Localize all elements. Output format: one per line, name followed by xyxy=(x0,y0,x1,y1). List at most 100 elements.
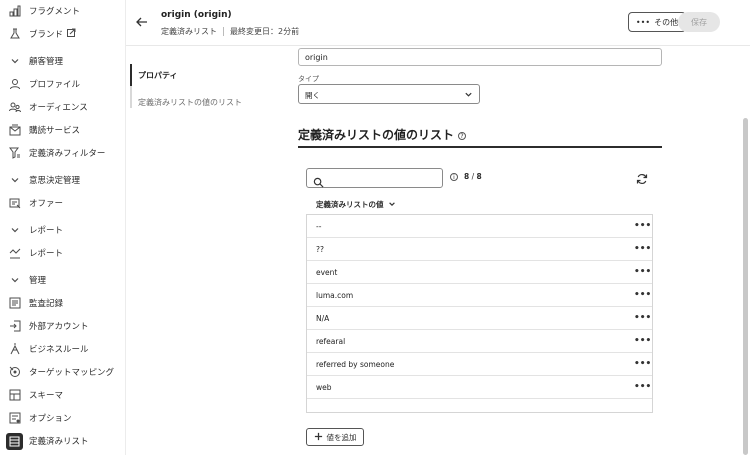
add-value-button[interactable]: 値を追加 xyxy=(306,428,364,446)
back-arrow-icon[interactable] xyxy=(134,14,150,30)
list-item[interactable]: N/A ••• xyxy=(307,307,652,330)
breadcrumb[interactable]: 定義済みリスト xyxy=(161,27,217,36)
list-item-value: luma.com xyxy=(316,291,354,300)
more-actions-icon[interactable]: ••• xyxy=(634,313,651,323)
sidebar-item-predefined-filters[interactable]: 定義済みフィルター xyxy=(0,142,125,164)
list-item-value: refearal xyxy=(316,337,346,346)
profile-icon xyxy=(8,77,22,91)
section-nav-properties[interactable]: プロパティ xyxy=(138,70,178,81)
chevron-down-icon xyxy=(464,90,473,101)
external-account-icon xyxy=(8,319,22,333)
sidebar-item-label: スキーマ xyxy=(29,391,64,401)
sidebar-section-label: レポート xyxy=(29,226,64,236)
list-item[interactable]: luma.com ••• xyxy=(307,284,652,307)
list-item[interactable]: web ••• xyxy=(307,376,652,399)
sidebar-item-audit-trail[interactable]: 監査記録 xyxy=(0,292,125,314)
sidebar-item-reports[interactable]: レポート xyxy=(0,242,125,264)
list-item-value: web xyxy=(316,383,332,392)
sidebar-section-reports[interactable]: レポート xyxy=(0,219,125,241)
search-icon xyxy=(313,173,324,192)
more-actions-icon[interactable]: ••• xyxy=(634,221,651,231)
info-icon: i xyxy=(450,172,458,181)
list-item[interactable]: referred by someone ••• xyxy=(307,353,652,376)
list-item-value: referred by someone xyxy=(316,360,395,369)
sidebar-item-fragments[interactable]: フラグメント xyxy=(0,0,125,22)
audience-icon xyxy=(8,100,22,114)
list-item-value: N/A xyxy=(316,314,330,323)
sidebar-item-label: オプション xyxy=(29,414,72,424)
sidebar-item-schemas[interactable]: スキーマ xyxy=(0,384,125,406)
save-button[interactable]: 保存 xyxy=(678,12,720,32)
sidebar-item-label: 外部アカウント xyxy=(29,322,89,332)
section-nav-values-list[interactable]: 定義済みリストの値のリスト xyxy=(138,97,242,108)
column-header-value[interactable]: 定義済みリストの値 xyxy=(316,199,396,210)
list-item-value: -- xyxy=(316,222,322,231)
more-icon: ••• xyxy=(635,17,651,27)
list-item[interactable]: -- ••• xyxy=(307,215,652,238)
sidebar-item-target-mappings[interactable]: ターゲットマッピング xyxy=(0,361,125,383)
sidebar-item-label: オーディエンス xyxy=(29,103,88,113)
more-actions-icon[interactable]: ••• xyxy=(634,290,651,300)
sidebar-item-label: フラグメント xyxy=(29,7,81,17)
sidebar-item-label: ビジネスルール xyxy=(29,345,89,355)
chevron-down-icon xyxy=(388,200,396,210)
list-item[interactable]: ?? ••• xyxy=(307,238,652,261)
more-actions-icon[interactable]: ••• xyxy=(634,382,651,392)
sidebar-section-decisioning[interactable]: 意思決定管理 xyxy=(0,169,125,191)
filter-icon xyxy=(8,146,22,160)
divider xyxy=(223,27,224,36)
list-item[interactable]: refearal ••• xyxy=(307,330,652,353)
refresh-icon[interactable] xyxy=(636,170,650,185)
sidebar-item-label: プロファイル xyxy=(29,80,81,90)
brand-icon xyxy=(8,27,22,41)
external-link-icon xyxy=(67,28,76,40)
sidebar-item-external-accounts[interactable]: 外部アカウント xyxy=(0,315,125,337)
more-button-label: その他 xyxy=(654,17,679,27)
section-nav: プロパティ 定義済みリストの値のリスト xyxy=(126,46,282,455)
audit-icon xyxy=(8,296,22,310)
sidebar-item-profiles[interactable]: プロファイル xyxy=(0,73,125,95)
scrollbar-thumb[interactable] xyxy=(743,118,748,455)
sidebar-item-label: 監査記録 xyxy=(29,299,64,309)
sidebar-section-label: 意思決定管理 xyxy=(29,176,81,186)
chevron-down-icon xyxy=(8,54,22,68)
values-section-title-text: 定義済みリストの値のリスト xyxy=(298,128,455,142)
sidebar-item-audiences[interactable]: オーディエンス xyxy=(0,96,125,118)
sidebar-item-brand[interactable]: ブランド xyxy=(0,23,125,45)
sidebar-item-options[interactable]: オプション xyxy=(0,407,125,429)
sidebar-item-enumerations[interactable]: 定義済みリスト xyxy=(0,430,125,452)
plus-icon xyxy=(314,432,323,443)
app: フラグメント ブランド 顧客管理 プロファイル オーディエンス 購読サービス 定… xyxy=(0,0,750,455)
help-icon[interactable]: ? xyxy=(458,131,467,140)
sidebar: フラグメント ブランド 顧客管理 プロファイル オーディエンス 購読サービス 定… xyxy=(0,0,126,455)
more-actions-icon[interactable]: ••• xyxy=(634,336,651,346)
page-subtitle: 定義済みリスト 最終変更日：2分前 xyxy=(161,26,299,37)
chevron-down-icon xyxy=(8,173,22,187)
last-modified: 最終変更日：2分前 xyxy=(230,27,300,36)
type-select[interactable]: 開く xyxy=(298,84,480,104)
sidebar-item-business-rules[interactable]: ビジネスルール xyxy=(0,338,125,360)
more-actions-icon[interactable]: ••• xyxy=(634,267,651,277)
search-input[interactable] xyxy=(306,168,443,188)
name-field[interactable]: origin xyxy=(298,48,662,66)
business-rule-icon xyxy=(8,342,22,356)
sidebar-section-administration[interactable]: 管理 xyxy=(0,269,125,291)
sidebar-item-subscriptions[interactable]: 購読サービス xyxy=(0,119,125,141)
main-content: origin タイプ 開く 定義済みリストの値のリスト? i 8 / 8 定義済… xyxy=(282,46,740,455)
report-icon xyxy=(8,246,22,260)
chevron-down-icon xyxy=(8,273,22,287)
sidebar-item-label: オファー xyxy=(29,199,64,209)
sidebar-item-offers[interactable]: オファー xyxy=(0,192,125,214)
list-item[interactable]: event ••• xyxy=(307,261,652,284)
more-actions-icon[interactable]: ••• xyxy=(634,359,651,369)
target-mapping-icon xyxy=(8,365,22,379)
save-button-label: 保存 xyxy=(691,17,707,27)
more-actions-icon[interactable]: ••• xyxy=(634,244,651,254)
subscription-icon xyxy=(8,123,22,137)
fragments-icon xyxy=(8,4,22,18)
values-section-title: 定義済みリストの値のリスト? xyxy=(298,126,467,143)
values-list: -- ••• ?? ••• event ••• luma.com ••• N/A ••• … xyxy=(306,214,653,413)
schema-icon xyxy=(8,388,22,402)
type-label: タイプ xyxy=(298,75,319,83)
sidebar-section-customer[interactable]: 顧客管理 xyxy=(0,50,125,72)
